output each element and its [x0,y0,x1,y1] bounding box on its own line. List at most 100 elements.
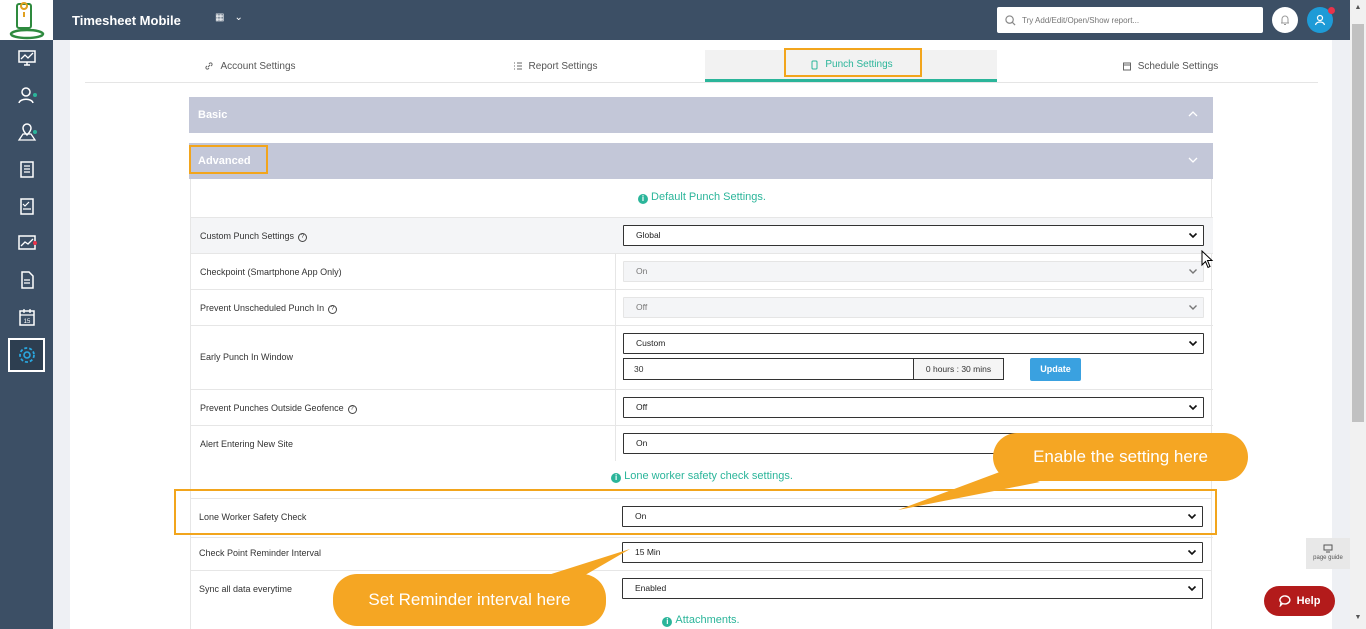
accordion-title: Basic [198,109,228,121]
sidebar: 15 [0,0,53,629]
sidebar-item-reports[interactable] [8,226,45,260]
sidebar-item-locations[interactable] [8,115,45,149]
sidebar-item-settings[interactable] [8,338,45,372]
select-value: On [636,438,648,448]
notification-dot [1328,7,1335,14]
row-label: Sync all data everytime [199,584,293,594]
app-title: Timesheet Mobile [72,13,181,28]
row-label: Prevent Punches Outside Geofence? [200,403,357,414]
settings-icon [18,347,35,363]
row-label: Check Point Reminder Interval [199,548,322,558]
custom-punch-select[interactable]: Global [623,225,1204,246]
checkpoint-reminder-select[interactable]: 15 Min [622,542,1203,563]
column-divider [615,254,616,289]
sidebar-item-schedule[interactable]: 15 [8,300,45,334]
help-icon[interactable]: ? [298,233,308,242]
row-label: Early Punch In Window [200,352,294,362]
help-icon[interactable]: ? [328,305,338,314]
chevron-down-icon [1189,305,1197,310]
help-icon[interactable]: ? [347,405,357,414]
chevron-down-icon [1188,157,1198,163]
chevron-down-icon [1187,585,1197,592]
accordion-basic[interactable]: Basic [189,97,1213,133]
chevron-down-icon: ⌄ [234,12,243,23]
prevent-unscheduled-select: Off [623,297,1204,318]
chevron-up-icon [1188,111,1198,117]
tab-punch-settings[interactable]: Punch Settings [705,50,997,79]
early-punch-select[interactable]: Custom [623,333,1204,354]
phone-icon [811,60,818,69]
select-value: Off [636,402,648,412]
label-text: Prevent Punches Outside Geofence [200,403,344,413]
header-menu[interactable]: ▦ ⌄ [215,12,243,23]
status-dot [33,241,37,245]
row-early-punch: Early Punch In Window Custom 30 0 hours … [191,325,1213,389]
sidebar-item-tasks[interactable] [8,189,45,223]
column-divider [615,390,616,425]
logo-icon [9,2,45,40]
tab-account-settings[interactable]: Account Settings [155,50,345,82]
chevron-down-icon [1188,340,1198,347]
prevent-geofence-select[interactable]: Off [623,397,1204,418]
label-text: Custom Punch Settings [200,231,295,241]
row-label: Checkpoint (Smartphone App Only) [200,267,342,277]
column-divider [615,326,616,389]
help-button[interactable]: Help [1264,586,1335,616]
row-prevent-unscheduled: Prevent Unscheduled Punch In? Off [191,289,1213,325]
scrollbar-thumb[interactable] [1352,24,1364,422]
early-punch-minutes-input[interactable]: 30 [623,358,914,380]
status-dot [33,93,37,97]
tab-report-settings[interactable]: Report Settings [460,50,650,82]
section-title: Lone worker safety check settings. [624,470,793,482]
lone-worker-select[interactable]: On [622,506,1203,527]
chat-bubble-icon [1278,595,1291,607]
chevron-down-icon [1187,513,1197,520]
info-icon: i [638,194,649,204]
row-prevent-geofence: Prevent Punches Outside Geofence? Off [191,389,1213,425]
input-value: 30 [634,364,644,374]
notifications-button[interactable] [1272,7,1298,33]
app-logo[interactable] [0,0,53,40]
page-guide-button[interactable]: page guide [1306,538,1350,569]
sidebar-item-users[interactable] [8,78,45,112]
accordion-advanced[interactable]: Advanced [189,143,1213,179]
tab-divider [85,82,1318,83]
row-label: Alert Entering New Site [200,439,294,449]
search-icon [1005,14,1016,26]
tab-label: Account Settings [220,60,296,72]
monitor-icon [1323,544,1333,553]
scroll-down-icon[interactable]: ▼ [1354,614,1362,622]
sidebar-item-documents[interactable] [8,263,45,297]
status-dot [33,130,37,134]
section-title: Default Punch Settings. [651,191,766,203]
info-icon: i [662,617,673,627]
section-title: Attachments. [675,614,740,626]
section-default-punch: i Default Punch Settings. [191,191,1213,204]
clipboard-icon [19,161,34,178]
row-custom-punch: Custom Punch Settings? Global [191,217,1213,253]
active-tab-indicator [705,79,997,82]
help-label: Help [1296,595,1321,607]
sidebar-item-timesheets[interactable] [8,152,45,186]
update-button[interactable]: Update [1030,358,1081,381]
row-checkpoint: Checkpoint (Smartphone App Only) On [191,253,1213,289]
sidebar-item-dashboard[interactable] [8,41,45,75]
select-value: Global [636,230,661,240]
select-value: Off [636,302,648,312]
tab-schedule-settings[interactable]: Schedule Settings [1075,50,1265,82]
search-box[interactable] [997,7,1263,33]
sync-data-select[interactable]: Enabled [622,578,1203,599]
chevron-down-icon [1187,549,1197,556]
scroll-up-icon[interactable]: ▲ [1354,4,1362,12]
list-icon [513,62,522,70]
chevron-down-icon [1189,269,1197,274]
checkpoint-select: On [623,261,1204,282]
page-guide-label: page guide [1313,555,1343,561]
select-value: 15 Min [635,547,661,557]
document-icon [20,271,34,289]
tab-label: Report Settings [528,60,598,72]
row-checkpoint-reminder: Check Point Reminder Interval 15 Min [190,534,1212,570]
search-input[interactable] [1020,14,1250,26]
user-icon [1314,14,1326,26]
callout-enable-setting: Enable the setting here [993,433,1248,481]
